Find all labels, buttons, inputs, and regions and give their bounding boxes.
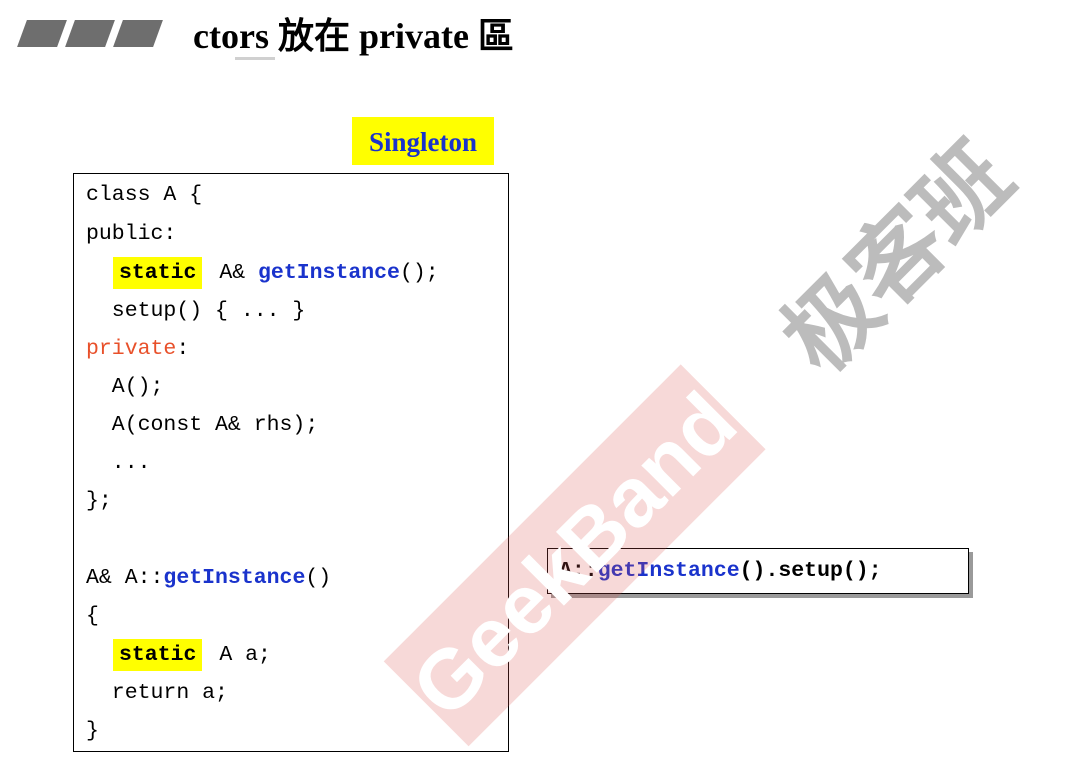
title-bar-2 [65, 20, 115, 47]
code-line-13: static A a; [113, 636, 271, 674]
static-keyword: static [113, 639, 203, 671]
getinstance-fn: getInstance [163, 566, 306, 590]
private-keyword: private [86, 337, 177, 361]
slide-title: ctors 放在 private 區 [193, 16, 514, 56]
code-line-8: ... [86, 451, 151, 475]
code-text: A& A:: [86, 566, 164, 590]
code-line-11: A& A::getInstance() [86, 559, 331, 597]
singleton-badge: Singleton [352, 117, 494, 165]
code-line-9: }; [86, 489, 112, 513]
code-line-6: A(); [86, 375, 164, 399]
code-text: A a; [206, 643, 271, 667]
call-example-box: A::getInstance().setup(); [547, 548, 969, 594]
code-line-4: setup() { ... } [86, 299, 306, 323]
code-line-5: private: [86, 330, 189, 368]
code-line-2: public: [86, 222, 177, 246]
call-suffix: ().setup(); [739, 559, 882, 583]
title-decoration [17, 20, 163, 48]
call-fn: getInstance [597, 559, 740, 583]
code-text: A& [206, 261, 259, 285]
code-text: (); [399, 261, 439, 285]
watermark-chinese: 极客班 [762, 122, 1033, 393]
code-line-7: A(const A& rhs); [86, 413, 319, 437]
code-line-3: static A& getInstance(); [113, 254, 439, 292]
code-line-14: return a; [86, 681, 228, 705]
code-text: () [305, 566, 332, 590]
code-line-1: class A { [86, 183, 203, 207]
title-bar-3 [113, 20, 163, 47]
call-prefix: A:: [559, 559, 598, 583]
title-bar-1 [17, 20, 67, 47]
code-line-12: { [86, 604, 99, 628]
getinstance-fn: getInstance [258, 261, 400, 285]
code-line-15: } [86, 719, 99, 743]
title-underline [235, 57, 275, 60]
code-text: : [176, 337, 190, 361]
static-keyword: static [113, 257, 203, 289]
